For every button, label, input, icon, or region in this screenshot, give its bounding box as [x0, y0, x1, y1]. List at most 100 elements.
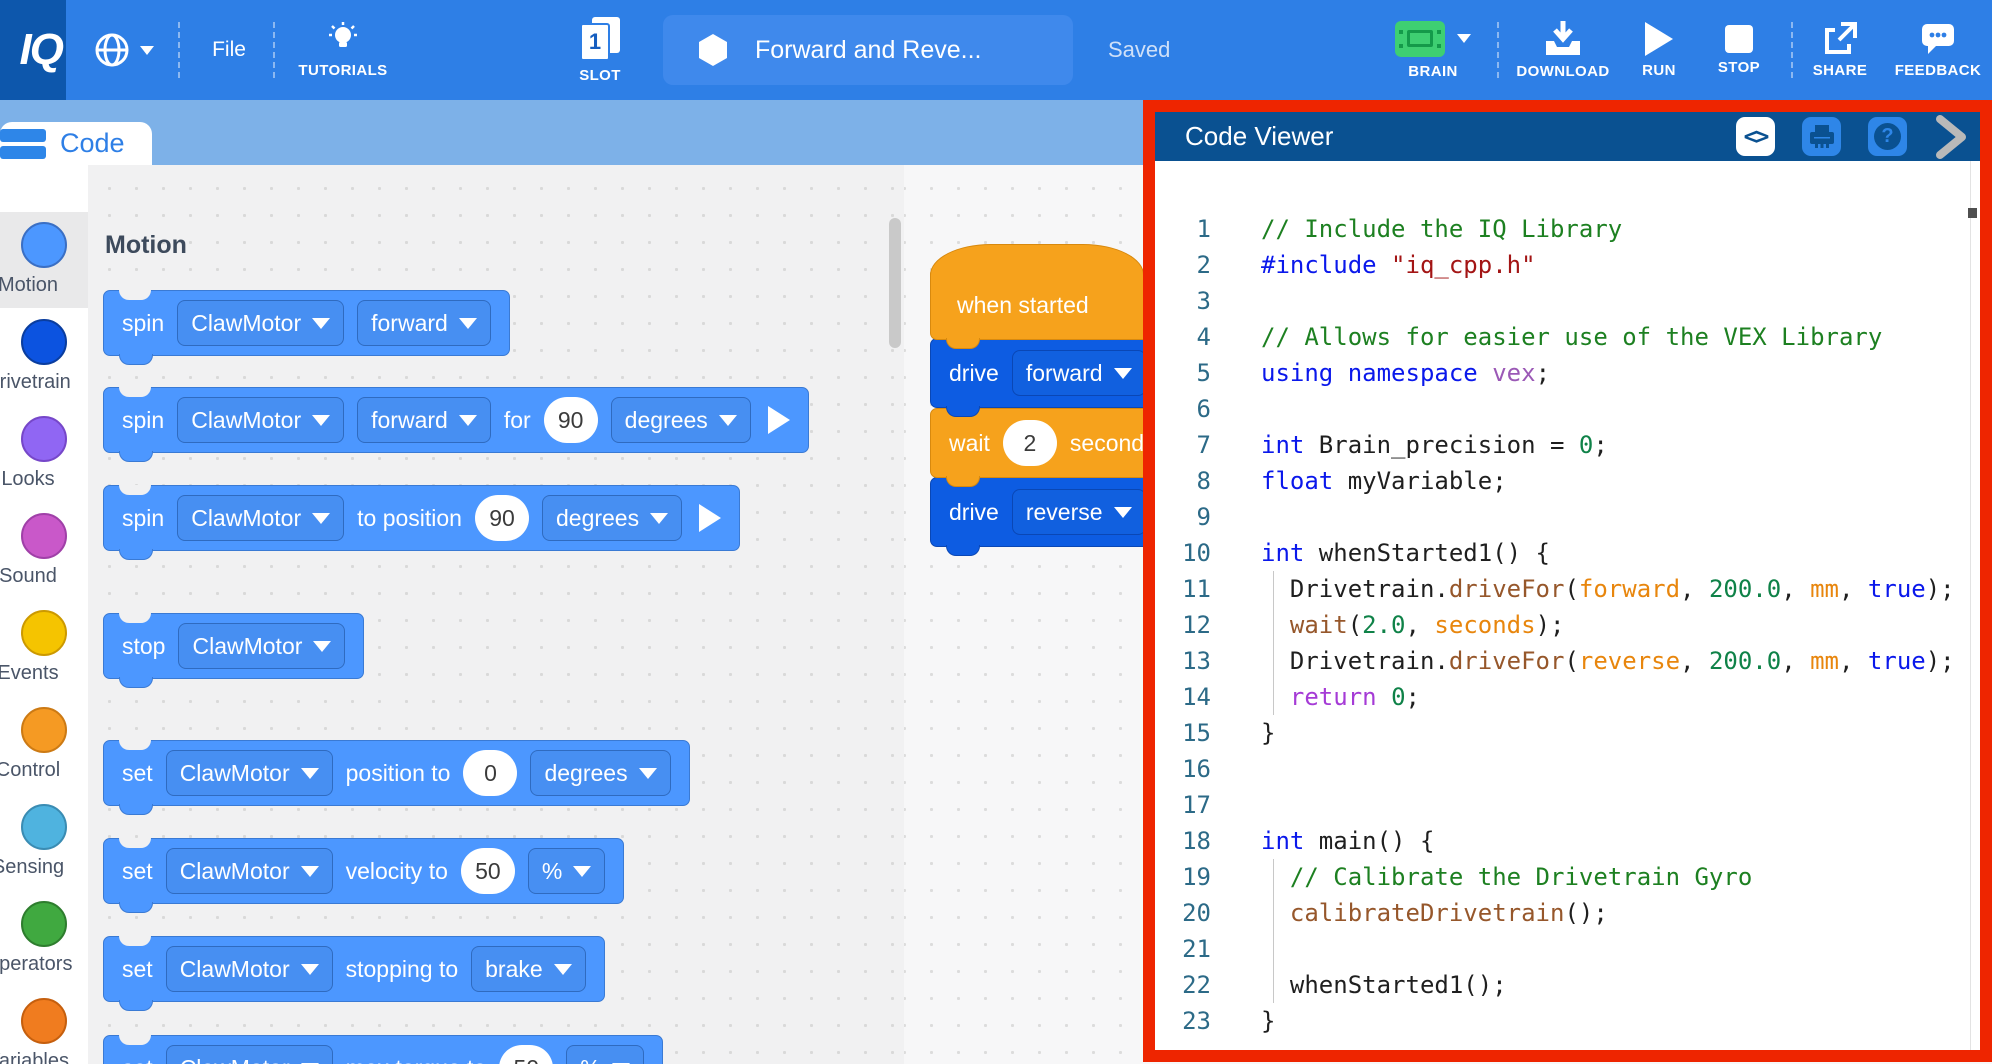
save-status: Saved [1108, 0, 1170, 100]
sidebar-item-variables[interactable]: Variables [0, 998, 88, 1044]
block-dropdown[interactable]: degrees [611, 397, 751, 443]
block-run-play-icon[interactable] [699, 504, 721, 532]
line-number: 12 [1155, 607, 1211, 643]
category-color-dot [21, 416, 67, 462]
block-dropdown[interactable]: ClawMotor [166, 750, 333, 796]
block-text: velocity to [346, 858, 448, 885]
separator [1497, 22, 1499, 78]
scrollbar-thumb[interactable] [1968, 208, 1977, 218]
category-label: Control [0, 759, 60, 782]
vexcode-iq-app: IQ File TUTORIALS [0, 0, 1992, 1064]
category-label: Operators [0, 953, 72, 976]
dropdown-value: degrees [625, 407, 708, 434]
lightbulb-icon [328, 22, 358, 56]
separator [273, 22, 275, 78]
download-label: DOWNLOAD [1516, 63, 1609, 80]
code-view-button[interactable]: <> [1736, 117, 1775, 156]
sidebar-item-drivetrain[interactable]: Drivetrain [0, 319, 88, 365]
palette-block[interactable]: spinClawMotorforwardfor90degrees [103, 387, 809, 453]
block-number-input[interactable]: 50 [461, 848, 515, 894]
wait-block[interactable]: wait2seconds [930, 408, 1175, 478]
block-run-play-icon[interactable] [768, 406, 790, 434]
tutorials-label: TUTORIALS [298, 62, 387, 79]
dropdown-value: ClawMotor [180, 1055, 290, 1064]
slot-icon: 1 [580, 17, 620, 61]
help-button[interactable]: ? [1868, 117, 1907, 156]
block-dropdown[interactable]: forward [357, 300, 491, 346]
block-dropdown[interactable]: forward [1012, 350, 1146, 396]
file-menu[interactable]: File [198, 0, 260, 100]
tutorials-button[interactable]: TUTORIALS [288, 0, 398, 100]
palette-block[interactable]: set ClawMotor stopping to brake [103, 936, 605, 1002]
block-dropdown[interactable]: degrees [542, 495, 682, 541]
code-line: 15} [1155, 715, 1980, 751]
block-dropdown[interactable]: % [566, 1045, 643, 1064]
block-dropdown[interactable]: reverse [1012, 489, 1146, 535]
palette-block[interactable]: stopClawMotor [103, 613, 364, 679]
sidebar-item-events[interactable]: Events [0, 610, 88, 656]
block-dropdown[interactable]: ClawMotor [166, 1045, 333, 1064]
code-line: 9 [1155, 499, 1980, 535]
when-started-hat-block[interactable]: when started [930, 270, 1156, 340]
download-button[interactable]: DOWNLOAD [1504, 0, 1622, 100]
block-text: stopping to [346, 956, 459, 983]
line-number: 18 [1155, 823, 1211, 859]
block-number-input[interactable]: 90 [475, 495, 529, 541]
block-dropdown[interactable]: % [528, 848, 605, 894]
code-text [1261, 751, 1980, 787]
line-number: 7 [1155, 427, 1211, 463]
print-button[interactable] [1802, 117, 1841, 156]
sidebar-item-looks[interactable]: Looks [0, 416, 88, 462]
palette-block[interactable]: spinClawMotorto position90degrees [103, 485, 740, 551]
collapse-panel-chevron-icon[interactable] [1934, 115, 1968, 159]
block-dropdown[interactable]: ClawMotor [166, 946, 333, 992]
run-button[interactable]: RUN [1628, 0, 1690, 100]
palette-block[interactable]: setClawMotorposition to0degrees [103, 740, 690, 806]
palette-block[interactable]: spinClawMotorforward [103, 290, 510, 356]
brain-button[interactable]: BRAIN [1378, 0, 1488, 100]
language-menu[interactable] [84, 0, 164, 100]
palette-block[interactable]: setClawMotormax torque to50% [103, 1035, 663, 1064]
sidebar-item-sound[interactable]: Sound [0, 513, 88, 559]
slot-selector[interactable]: 1 SLOT [560, 0, 640, 100]
drive-block[interactable]: drivereverse [930, 477, 1170, 547]
palette-block[interactable]: set ClawMotor velocity to 50% [103, 838, 624, 904]
block-number-input[interactable]: 90 [544, 397, 598, 443]
block-number-input[interactable]: 50 [499, 1045, 553, 1064]
block-number-input[interactable]: 2 [1003, 420, 1057, 466]
sidebar-item-motion[interactable]: Motion [0, 222, 88, 268]
line-number: 19 [1155, 859, 1211, 895]
code-text: Drivetrain.driveFor(forward, 200.0, mm, … [1261, 571, 1980, 607]
block-dropdown[interactable]: ClawMotor [177, 397, 344, 443]
sidebar-item-control[interactable]: Control [0, 707, 88, 753]
feedback-button[interactable]: FEEDBACK [1888, 0, 1988, 100]
block-dropdown[interactable]: ClawMotor [166, 848, 333, 894]
palette-scrollbar[interactable] [889, 218, 901, 348]
dropdown-value: ClawMotor [180, 956, 290, 983]
block-dropdown[interactable]: ClawMotor [178, 623, 345, 669]
block-text: set [122, 956, 153, 983]
block-text: set [122, 858, 153, 885]
block-dropdown[interactable]: forward [357, 397, 491, 443]
block-number-input[interactable]: 0 [463, 750, 517, 796]
code-text: } [1261, 715, 1980, 751]
tab-code[interactable]: Code [0, 122, 152, 165]
block-dropdown[interactable]: brake [471, 946, 586, 992]
code-tab-label: Code [60, 128, 125, 159]
code-listing: 1// Include the IQ Library2#include "iq_… [1155, 161, 1980, 1050]
block-dropdown[interactable]: ClawMotor [177, 300, 344, 346]
stop-button[interactable]: STOP [1706, 0, 1772, 100]
sidebar-item-sensing[interactable]: Sensing [0, 804, 88, 850]
chevron-down-icon [301, 768, 319, 779]
line-number: 11 [1155, 571, 1211, 607]
scrollbar-track[interactable] [1970, 161, 1971, 1050]
block-text: position to [346, 760, 451, 787]
project-name-button[interactable]: Forward and Reve... [663, 15, 1073, 85]
category-color-dot [21, 222, 67, 268]
chevron-down-icon [459, 415, 477, 426]
block-dropdown[interactable]: ClawMotor [177, 495, 344, 541]
sidebar-item-operators[interactable]: Operators [0, 901, 88, 947]
globe-icon [94, 32, 130, 68]
block-dropdown[interactable]: degrees [530, 750, 670, 796]
share-button[interactable]: SHARE [1800, 0, 1880, 100]
